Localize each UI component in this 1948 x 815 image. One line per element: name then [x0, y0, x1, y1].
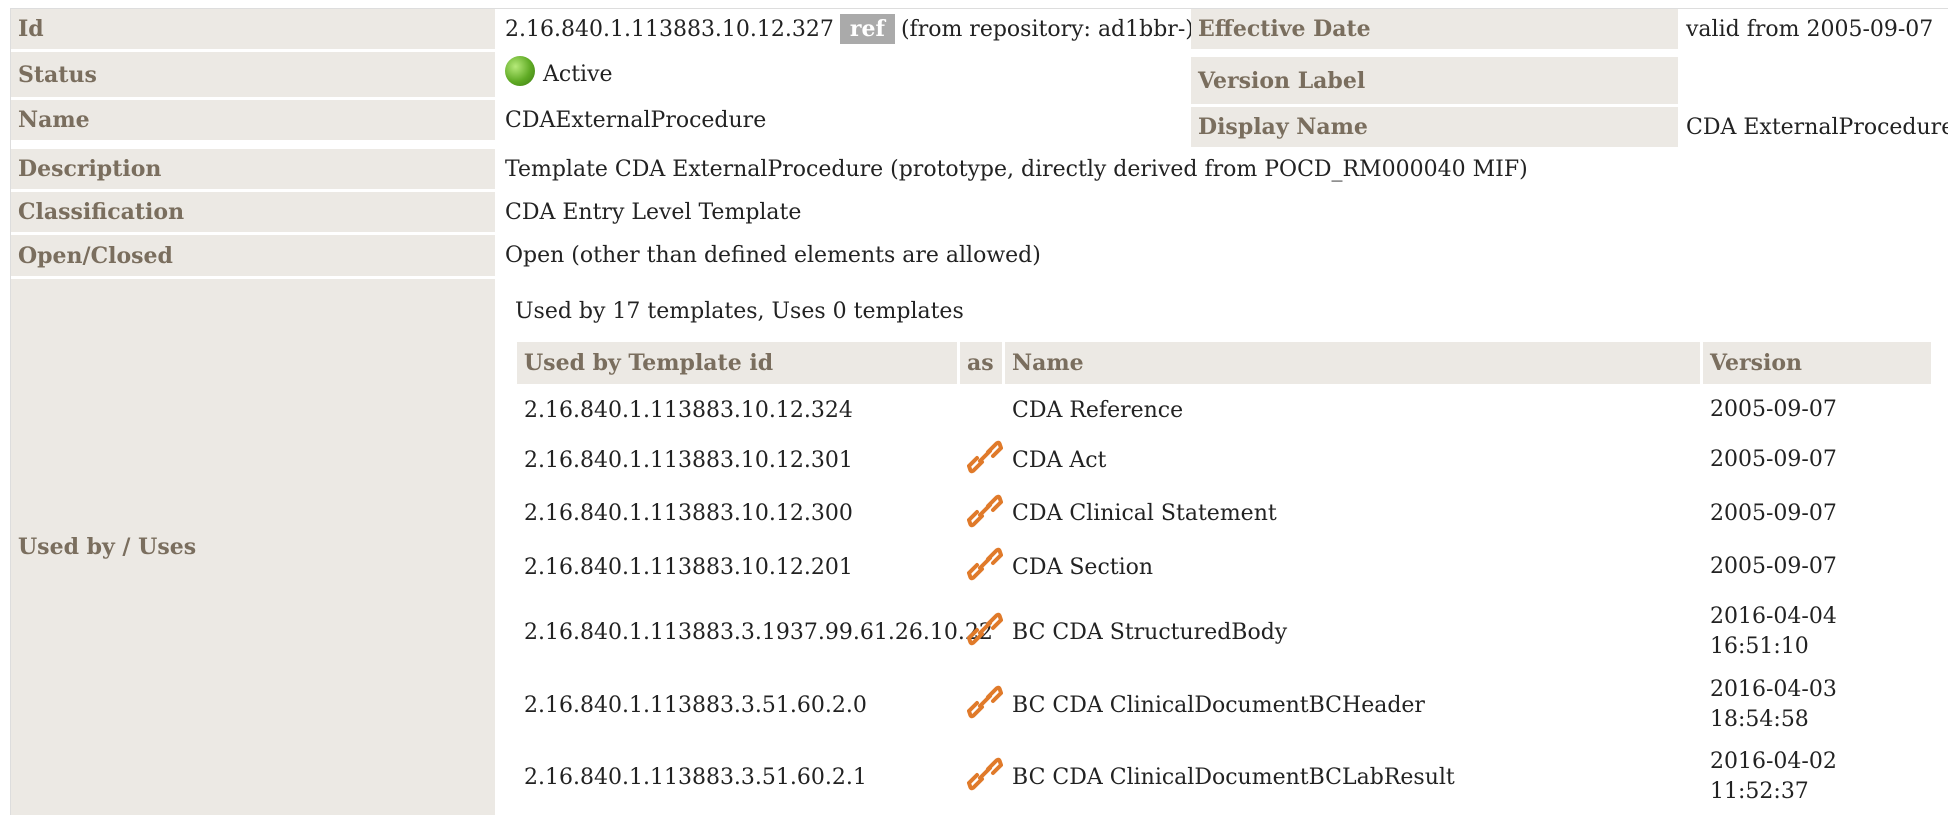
- version-date: 2005-09-07: [1710, 447, 1837, 472]
- version-cell: 2016-04-03 18:54:58: [1703, 670, 1931, 740]
- id-value-cell: 2.16.840.1.113883.10.12.327 ref (from re…: [498, 9, 1198, 49]
- template-name-cell[interactable]: BC CDA ClinicalDocumentBCHeader: [1005, 670, 1700, 740]
- version-label-label: Version Label: [1191, 57, 1678, 104]
- description-value: Template CDA ExternalProcedure (prototyp…: [505, 156, 1528, 182]
- status-text: Active: [543, 62, 613, 87]
- used-by-label: Used by / Uses: [11, 279, 495, 815]
- ref-badge[interactable]: ref: [839, 14, 895, 44]
- link-icon: [966, 757, 1004, 797]
- template-name-cell[interactable]: BC CDA StructuredBody: [1005, 597, 1700, 667]
- used-by-summary: Used by 17 templates, Uses 0 templates: [515, 298, 964, 324]
- repository-text: (from repository: ad1bbr-): [900, 16, 1194, 42]
- col-header-name: Name: [1005, 342, 1700, 384]
- template-id-cell[interactable]: 2.16.840.1.113883.10.12.300: [517, 487, 957, 540]
- version-date: 2005-09-07: [1710, 554, 1837, 579]
- version-cell: 2005-09-07: [1703, 433, 1931, 487]
- template-detail-table: Id 2.16.840.1.113883.10.12.327 ref (from…: [10, 8, 1948, 815]
- version-time: 16:51:10: [1710, 634, 1809, 659]
- col-header-as: as: [960, 342, 1002, 384]
- template-id-cell[interactable]: 2.16.840.1.113883.3.51.60.2.0: [517, 670, 957, 740]
- version-label-value: [1679, 57, 1948, 104]
- version-cell: 2005-09-07: [1703, 487, 1931, 540]
- template-id-cell[interactable]: 2.16.840.1.113883.3.1937.99.61.26.10.22: [517, 597, 993, 667]
- effective-date-value: valid from 2005-09-07: [1686, 16, 1934, 42]
- link-icon: [966, 440, 1004, 480]
- as-cell: [960, 487, 1004, 540]
- version-cell: 2016-04-04 16:51:10: [1703, 597, 1931, 667]
- template-id-cell[interactable]: 2.16.840.1.113883.10.12.201: [517, 540, 957, 594]
- version-time: 11:52:37: [1710, 779, 1809, 804]
- version-date: 2005-09-07: [1710, 397, 1837, 422]
- link-icon: [966, 612, 1004, 652]
- template-id-cell[interactable]: 2.16.840.1.113883.10.12.301: [517, 433, 957, 487]
- as-cell: [960, 597, 1004, 667]
- status-label: Status: [11, 52, 495, 97]
- version-date: 2016-04-03: [1710, 677, 1837, 702]
- template-name-cell[interactable]: CDA Reference: [1005, 387, 1700, 433]
- version-cell: 2005-09-07: [1703, 387, 1931, 433]
- version-date: 2005-09-07: [1710, 500, 1837, 526]
- classification-value: CDA Entry Level Template: [505, 199, 802, 225]
- version-date: 2016-04-04: [1710, 604, 1837, 629]
- template-name-cell[interactable]: BC CDA ClinicalDocumentBCLabResult: [1005, 742, 1700, 812]
- classification-label: Classification: [11, 192, 495, 232]
- version-cell: 2005-09-07: [1703, 540, 1931, 594]
- description-label: Description: [11, 149, 495, 189]
- template-id-cell[interactable]: 2.16.840.1.113883.3.51.60.2.1: [517, 742, 957, 812]
- display-name-label: Display Name: [1191, 107, 1678, 147]
- as-cell: [960, 742, 1004, 812]
- version-date: 2016-04-02: [1710, 749, 1837, 774]
- col-header-template-id: Used by Template id: [517, 342, 957, 384]
- status-value-cell: Active: [498, 52, 1188, 97]
- display-name-value: CDA ExternalProcedure: [1686, 114, 1948, 140]
- template-name-cell[interactable]: CDA Act: [1005, 433, 1700, 487]
- as-cell: [960, 433, 1004, 487]
- as-cell: [960, 387, 1002, 433]
- open-closed-value: Open (other than defined elements are al…: [505, 243, 1041, 268]
- as-cell: [960, 670, 1004, 740]
- version-cell: 2016-04-02 11:52:37: [1703, 742, 1931, 812]
- version-time: 18:54:58: [1710, 707, 1809, 732]
- status-active-icon: [505, 55, 535, 86]
- link-icon: [966, 494, 1004, 534]
- name-value: CDAExternalProcedure: [505, 107, 767, 133]
- link-icon: [966, 685, 1004, 725]
- col-header-version: Version: [1703, 342, 1931, 384]
- template-name-cell[interactable]: CDA Section: [1005, 540, 1700, 594]
- template-id: 2.16.840.1.113883.10.12.327: [505, 16, 834, 42]
- id-label: Id: [11, 9, 495, 49]
- link-icon: [966, 547, 1004, 587]
- template-id-cell[interactable]: 2.16.840.1.113883.10.12.324: [517, 387, 957, 433]
- effective-date-label: Effective Date: [1191, 9, 1678, 49]
- as-cell: [960, 540, 1004, 594]
- template-name-cell[interactable]: CDA Clinical Statement: [1005, 487, 1700, 540]
- open-closed-label: Open/Closed: [11, 235, 495, 276]
- name-label: Name: [11, 100, 495, 140]
